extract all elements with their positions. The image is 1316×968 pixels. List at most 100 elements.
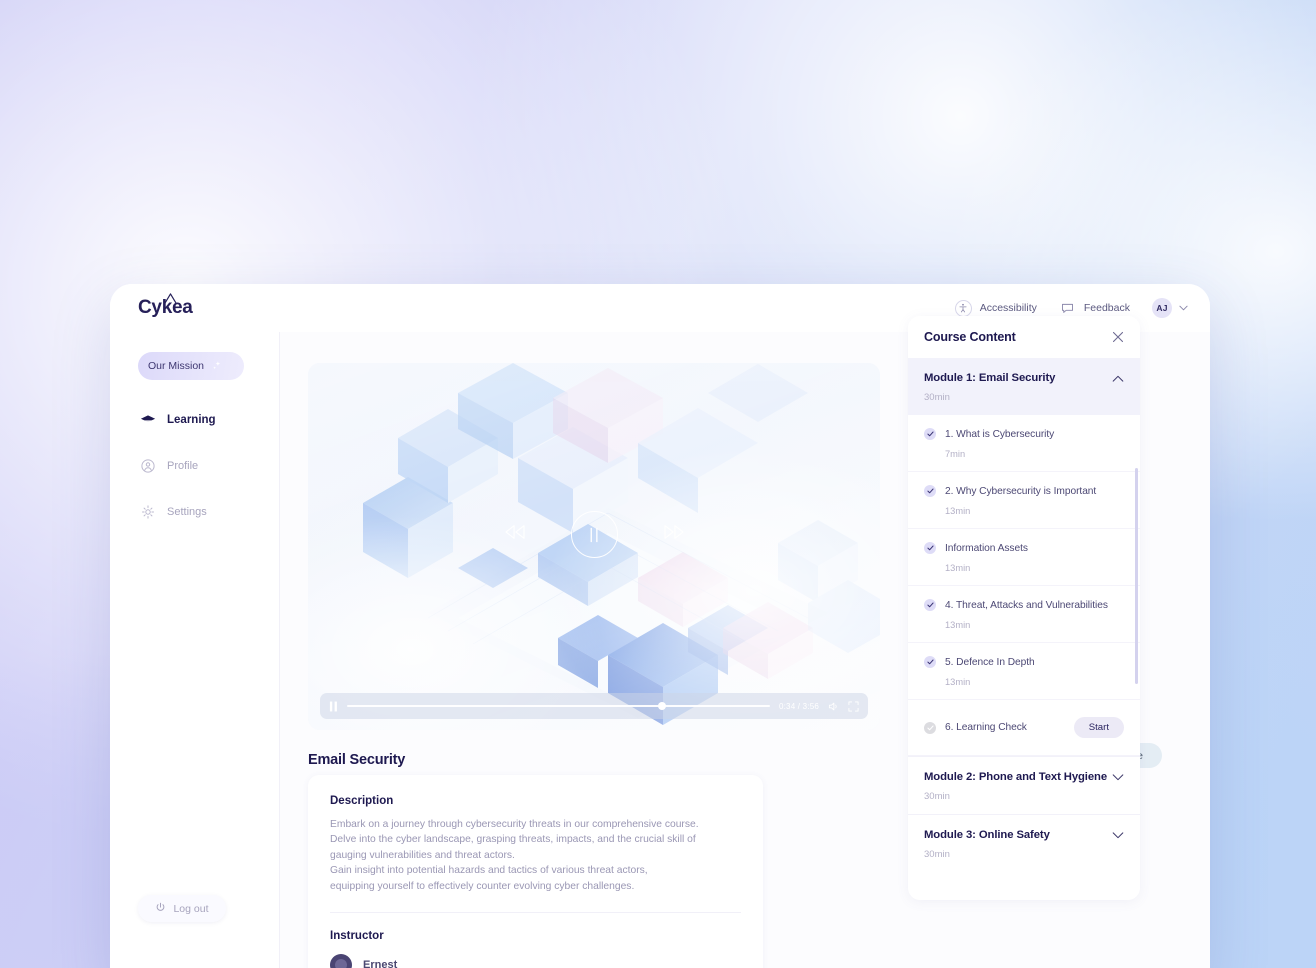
lesson-row: 1. What is Cybersecurity xyxy=(924,428,1124,440)
video-control-bar: 0:34 / 3:56 xyxy=(320,693,868,719)
chevron-down-icon xyxy=(1179,304,1188,313)
time-display: 0:34 / 3:56 xyxy=(778,701,819,711)
panel-header: Course Content xyxy=(908,316,1140,358)
lesson-duration: 13min xyxy=(945,506,971,516)
lesson-item-learning-check[interactable]: 6. Learning Check Start xyxy=(908,700,1140,756)
volume-icon[interactable] xyxy=(828,701,839,712)
accessibility-icon xyxy=(954,299,972,317)
description-card: Description Embark on a journey through … xyxy=(308,775,763,968)
module-name: Module 2: Phone and Text Hygiene xyxy=(924,771,1108,783)
lesson-item[interactable]: 1. What is Cybersecurity 7min xyxy=(908,415,1140,472)
instructor-heading: Instructor xyxy=(330,930,384,943)
fullscreen-icon[interactable] xyxy=(848,700,859,712)
feedback-icon xyxy=(1059,300,1076,317)
instructor-avatar xyxy=(330,954,352,968)
screen: Cykea Accessibility Feedback AJ Our Miss… xyxy=(0,0,1316,968)
module-row: Module 2: Phone and Text Hygiene xyxy=(924,771,1124,783)
description-body: Embark on a journey through cybersecurit… xyxy=(330,817,741,894)
gear-icon xyxy=(140,504,156,520)
description-line: Embark on a journey through cybersecurit… xyxy=(330,819,699,830)
module-name: Module 3: Online Safety xyxy=(924,829,1050,841)
sparkle-icon xyxy=(213,361,221,370)
lesson-row: 6. Learning Check Start xyxy=(924,717,1124,738)
panel-scrollbar[interactable] xyxy=(1135,468,1138,684)
progress-knob[interactable] xyxy=(658,702,667,710)
chevron-down-icon xyxy=(1112,831,1124,839)
lesson-item[interactable]: 2. Why Cybersecurity is Important 13min xyxy=(908,472,1140,529)
sidebar-item-settings[interactable]: Settings xyxy=(110,492,280,532)
check-icon xyxy=(924,542,936,554)
logo-caret-icon xyxy=(164,293,177,304)
top-bar-actions: Accessibility Feedback AJ xyxy=(954,298,1188,318)
power-icon xyxy=(155,902,166,916)
our-mission-label: Our Mission xyxy=(148,360,205,372)
avatar: AJ xyxy=(1152,298,1172,318)
accessibility-label: Accessibility xyxy=(979,302,1037,314)
lesson-row: 5. Defence In Depth xyxy=(924,656,1124,668)
page-title: Email Security xyxy=(308,752,406,768)
play-pause-button[interactable] xyxy=(570,511,618,558)
module-header-3[interactable]: Module 3: Online Safety 30min xyxy=(908,815,1140,872)
video-center-controls xyxy=(308,511,880,558)
lesson-item[interactable]: Information Assets 13min xyxy=(908,529,1140,586)
module-row: Module 1: Email Security xyxy=(924,372,1124,384)
sidebar-nav: Learning Profile Settings xyxy=(110,400,280,532)
module-name: Module 1: Email Security xyxy=(924,372,1056,384)
module-duration: 30min xyxy=(924,791,950,802)
sidebar: Our Mission Learning Profile Settings Lo… xyxy=(110,332,280,968)
progress-slider[interactable] xyxy=(347,702,770,710)
description-line: equipping yourself to effectively counte… xyxy=(330,880,635,892)
feedback-button[interactable]: Feedback xyxy=(1059,300,1130,317)
lesson-name: 4. Threat, Attacks and Vulnerabilities xyxy=(945,599,1108,611)
lesson-name: 2. Why Cybersecurity is Important xyxy=(945,485,1097,497)
forward-button[interactable] xyxy=(662,523,686,546)
rewind-button[interactable] xyxy=(503,523,527,546)
sidebar-item-profile[interactable]: Profile xyxy=(110,446,280,486)
lesson-duration: 13min xyxy=(945,677,971,687)
panel-scroll-area[interactable]: Module 1: Email Security 30min 1. What i… xyxy=(908,358,1140,900)
lesson-name: 6. Learning Check xyxy=(945,722,1027,733)
logout-button[interactable]: Log out xyxy=(138,895,226,922)
chevron-up-icon xyxy=(1112,375,1124,382)
sidebar-item-label: Learning xyxy=(167,414,216,426)
our-mission-button[interactable]: Our Mission xyxy=(138,352,244,380)
close-icon[interactable] xyxy=(1112,331,1124,343)
module-header-1[interactable]: Module 1: Email Security 30min xyxy=(908,358,1140,415)
pause-icon xyxy=(590,527,598,542)
panel-title: Course Content xyxy=(924,330,1016,344)
logout-label: Log out xyxy=(173,902,209,915)
pause-button-small[interactable] xyxy=(329,701,338,712)
check-icon xyxy=(924,656,936,668)
instructor-name: Ernest xyxy=(363,959,398,968)
description-line: Delve into the cyber landscape, grasping… xyxy=(330,834,696,846)
graduation-cap-icon xyxy=(140,412,156,428)
user-menu[interactable]: AJ xyxy=(1152,298,1188,318)
lesson-duration: 13min xyxy=(945,563,971,573)
app-window: Cykea Accessibility Feedback AJ Our Miss… xyxy=(110,284,1210,968)
card-divider xyxy=(330,912,741,914)
sidebar-item-learning[interactable]: Learning xyxy=(110,400,280,440)
module-row: Module 3: Online Safety xyxy=(924,829,1124,841)
lesson-duration: 7min xyxy=(945,449,966,459)
lesson-row: 2. Why Cybersecurity is Important xyxy=(924,485,1124,497)
start-button[interactable]: Start xyxy=(1073,717,1124,738)
module-duration: 30min xyxy=(924,849,950,860)
lesson-item[interactable]: 5. Defence In Depth 13min xyxy=(908,643,1140,700)
user-circle-icon xyxy=(140,458,156,474)
instructor-row: Ernest xyxy=(330,954,741,968)
lesson-row: Information Assets xyxy=(924,542,1124,554)
module-header-2[interactable]: Module 2: Phone and Text Hygiene 30min xyxy=(908,757,1140,814)
check-icon xyxy=(924,485,936,497)
lesson-name: Information Assets xyxy=(945,542,1028,554)
check-icon-incomplete xyxy=(924,721,936,734)
lesson-duration: 13min xyxy=(945,620,971,630)
description-heading: Description xyxy=(330,795,394,807)
chevron-down-icon xyxy=(1112,773,1124,781)
module-duration: 30min xyxy=(924,392,950,403)
brand-logo[interactable]: Cykea xyxy=(138,293,193,319)
lesson-item[interactable]: 4. Threat, Attacks and Vulnerabilities 1… xyxy=(908,586,1140,643)
video-player[interactable]: 0:34 / 3:56 xyxy=(308,363,880,730)
lesson-row: 4. Threat, Attacks and Vulnerabilities xyxy=(924,599,1124,611)
accessibility-button[interactable]: Accessibility xyxy=(954,299,1037,317)
sidebar-item-label: Profile xyxy=(167,460,199,472)
